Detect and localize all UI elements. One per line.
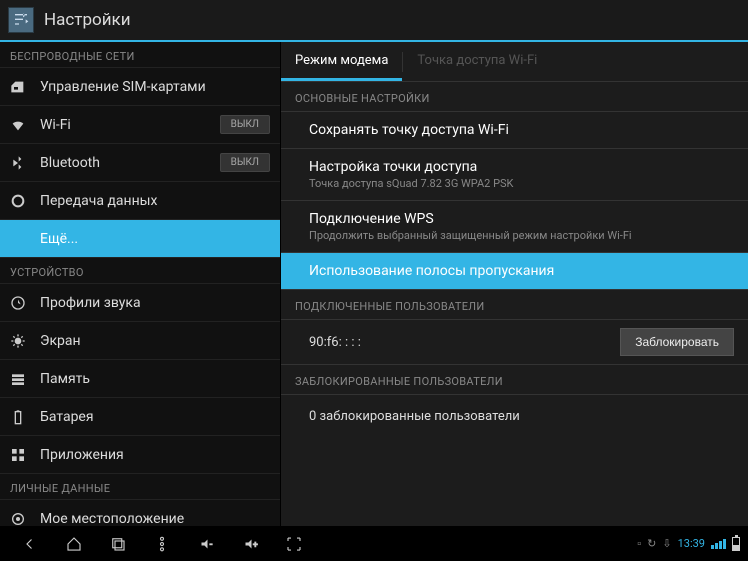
section-device: УСТРОЙСТВО: [0, 258, 280, 284]
sidebar-item-location[interactable]: Мое местоположение: [0, 500, 280, 526]
nav-home-button[interactable]: [52, 526, 96, 561]
sidebar-label: Передача данных: [40, 193, 158, 209]
battery-status-icon: [732, 537, 740, 551]
tab-bar: Режим модема Точка доступа Wi-Fi: [281, 42, 748, 82]
sidebar-label: Память: [40, 371, 90, 387]
connected-user-row: 90:f6: : : : Заблокировать: [281, 320, 748, 365]
content-pane: Режим модема Точка доступа Wi-Fi ОСНОВНЫ…: [280, 42, 748, 526]
setting-subtitle: Продолжить выбранный защищенный режим на…: [309, 229, 734, 242]
sidebar-item-more[interactable]: Ещё...: [0, 220, 280, 258]
svg-text:-: -: [210, 540, 213, 550]
setting-title: Сохранять точку доступа Wi-Fi: [309, 122, 734, 138]
bluetooth-icon: [10, 155, 32, 171]
sidebar-item-wifi[interactable]: Wi-Fi ВЫКЛ: [0, 106, 280, 144]
signal-icon: [711, 539, 726, 549]
sidebar-item-display[interactable]: Экран: [0, 322, 280, 360]
screenshot-icon[interactable]: [272, 526, 316, 561]
sidebar-item-sound[interactable]: Профили звука: [0, 284, 280, 322]
setting-keep-ap[interactable]: Сохранять точку доступа Wi-Fi: [281, 112, 748, 149]
block-button[interactable]: Заблокировать: [620, 328, 734, 356]
nav-back-button[interactable]: [8, 526, 52, 561]
wifi-icon: [10, 117, 32, 133]
storage-icon: [10, 371, 32, 387]
nav-recents-button[interactable]: [96, 526, 140, 561]
app-header: Настройки: [0, 0, 748, 42]
sidebar-label: Ещё...: [40, 231, 78, 247]
app-title: Настройки: [44, 10, 131, 30]
blocked-users-count: 0 заблокированные пользователи: [281, 395, 748, 438]
apps-icon: [10, 447, 32, 463]
sidebar-label: Профили звука: [40, 295, 141, 311]
sidebar-item-battery[interactable]: Батарея: [0, 398, 280, 436]
setting-subtitle: Точка доступа sQuad 7.82 3G WPA2 PSK: [309, 177, 734, 190]
setting-title: Настройка точки доступа: [309, 159, 734, 175]
setting-title: Подключение WPS: [309, 211, 734, 227]
status-bar-right[interactable]: ▫ ↻ ⇩ 13:39: [637, 537, 740, 551]
volume-up-icon[interactable]: +: [228, 526, 272, 561]
display-icon: [10, 333, 32, 349]
sound-icon: [10, 295, 32, 311]
sidebar-label: Мое местоположение: [40, 511, 184, 527]
sidebar-label: Управление SIM-картами: [40, 79, 206, 95]
sim-icon: [10, 79, 32, 95]
section-basic-settings: ОСНОВНЫЕ НАСТРОЙКИ: [281, 82, 748, 112]
sidebar-item-bluetooth[interactable]: Bluetooth ВЫКЛ: [0, 144, 280, 182]
section-wireless: БЕСПРОВОДНЫЕ СЕТИ: [0, 42, 280, 68]
setting-ap-config[interactable]: Настройка точки доступа Точка доступа sQ…: [281, 149, 748, 201]
setting-wps[interactable]: Подключение WPS Продолжить выбранный защ…: [281, 201, 748, 253]
notification-icon: ▫: [637, 537, 641, 550]
battery-icon: [10, 409, 32, 425]
sync-icon: ↻: [647, 537, 656, 550]
system-nav-bar: - + ▫ ↻ ⇩ 13:39: [0, 526, 748, 561]
sidebar-item-data-usage[interactable]: Передача данных: [0, 182, 280, 220]
clock: 13:39: [678, 537, 705, 550]
nav-menu-icon[interactable]: [140, 526, 184, 561]
wifi-toggle[interactable]: ВЫКЛ: [220, 115, 270, 134]
data-usage-icon: [10, 193, 32, 209]
sidebar-label: Приложения: [40, 447, 124, 463]
mac-address: 90:f6: : : :: [309, 335, 620, 350]
sidebar-label: Wi-Fi: [40, 117, 71, 133]
sidebar-label: Bluetooth: [40, 155, 100, 171]
section-blocked-users: ЗАБЛОКИРОВАННЫЕ ПОЛЬЗОВАТЕЛИ: [281, 365, 748, 395]
setting-title: Использование полосы пропускания: [309, 263, 734, 279]
sidebar-label: Экран: [40, 333, 81, 349]
tab-tethering[interactable]: Режим модема: [281, 42, 402, 81]
settings-app-icon: [8, 7, 34, 33]
settings-sidebar: БЕСПРОВОДНЫЕ СЕТИ Управление SIM-картами…: [0, 42, 280, 526]
section-personal: ЛИЧНЫЕ ДАННЫЕ: [0, 474, 280, 500]
bluetooth-toggle[interactable]: ВЫКЛ: [220, 153, 270, 172]
download-icon: ⇩: [662, 537, 671, 550]
volume-down-icon[interactable]: -: [184, 526, 228, 561]
svg-text:+: +: [253, 540, 258, 550]
tab-hotspot[interactable]: Точка доступа Wi-Fi: [403, 42, 551, 81]
sidebar-label: Батарея: [40, 409, 94, 425]
location-icon: [10, 511, 32, 527]
sidebar-item-apps[interactable]: Приложения: [0, 436, 280, 474]
section-connected-users: ПОДКЛЮЧЕННЫЕ ПОЛЬЗОВАТЕЛИ: [281, 290, 748, 320]
sidebar-item-sim[interactable]: Управление SIM-картами: [0, 68, 280, 106]
setting-bandwidth[interactable]: Использование полосы пропускания: [281, 253, 748, 290]
sidebar-item-storage[interactable]: Память: [0, 360, 280, 398]
